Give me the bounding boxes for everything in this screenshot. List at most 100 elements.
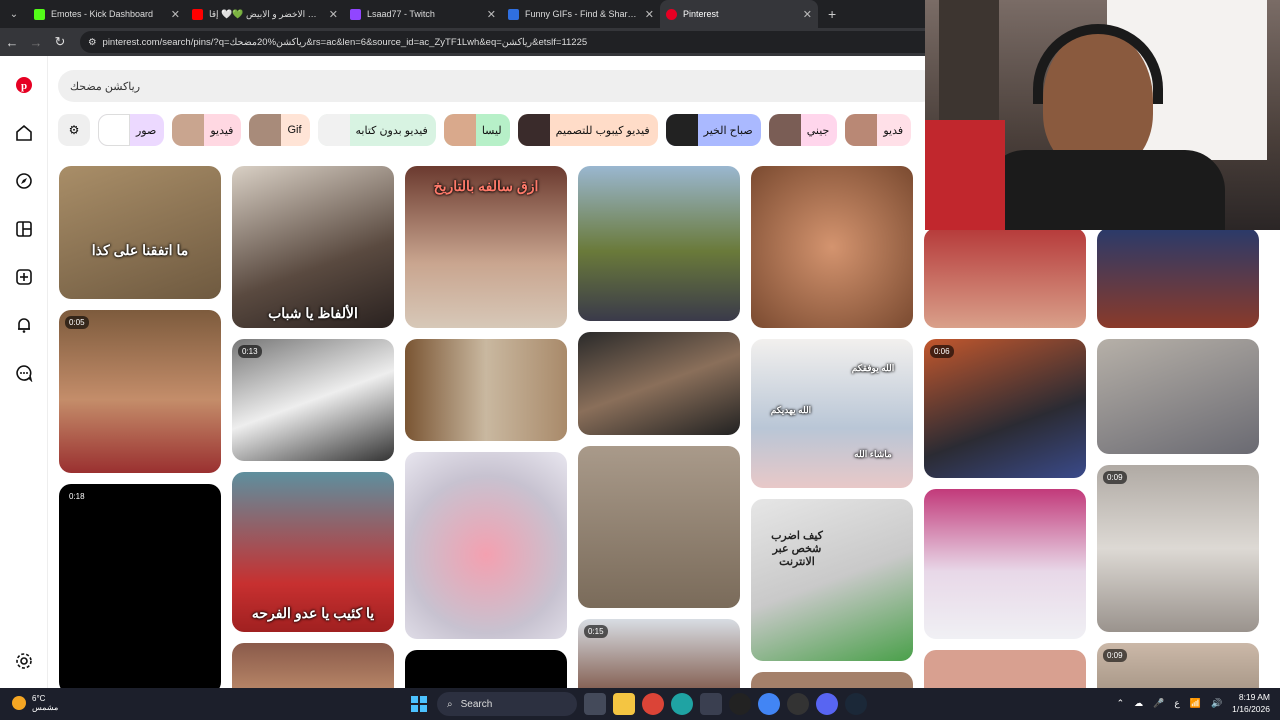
pin-history-story[interactable]: ازق سالفه بالتاريخ xyxy=(405,166,567,328)
pin-black-video[interactable]: 0:18 xyxy=(59,484,221,688)
pin-man-dark[interactable] xyxy=(578,332,740,435)
system-tray: ⌃ ☁ 🎤 ع 📶 🔊 8:19 AM 1/16/2026 xyxy=(1117,691,1270,715)
chip-thumbnail xyxy=(249,114,282,146)
filter-icon[interactable]: ⚙ xyxy=(58,114,90,146)
chrome-icon[interactable] xyxy=(642,693,664,715)
twitch-icon xyxy=(350,8,361,20)
chip-label: فيديو xyxy=(210,124,234,137)
tab-twitch[interactable]: Lsaad77 - Twitch ✕ xyxy=(344,0,502,28)
pin-man-outdoors[interactable] xyxy=(578,166,740,321)
pin-caption: ماشاء الله xyxy=(854,449,892,459)
messages-icon[interactable] xyxy=(15,364,33,382)
close-icon[interactable]: ✕ xyxy=(171,8,180,21)
chip-label: فيديو كيبوب للتصميم xyxy=(555,124,650,137)
chip-video-2[interactable]: فديو xyxy=(845,114,912,146)
chip-thumbnail xyxy=(517,114,550,146)
taskbar-search[interactable]: ⌕ Search xyxy=(437,692,577,716)
pin-bottom-7[interactable]: 0:09 xyxy=(1097,643,1259,688)
create-icon[interactable] xyxy=(15,268,33,286)
svg-text:p: p xyxy=(21,80,27,92)
pin-honey-badger[interactable]: ما اتفقنا على كذا xyxy=(59,166,221,299)
pin-bw-man[interactable]: 0:13 xyxy=(232,339,394,461)
store-icon[interactable] xyxy=(700,693,722,715)
pin-blurry-dance[interactable]: 0:09 xyxy=(1097,465,1259,632)
pin-gun-scene[interactable] xyxy=(405,339,567,441)
pin-heater[interactable] xyxy=(1097,228,1259,328)
pin-caption: ما اتفقنا على كذا xyxy=(91,242,189,258)
pin-kid-collage[interactable]: الله يهديكم الله يوفقكم ماشاء الله xyxy=(751,339,913,488)
pin-red-sweater[interactable]: يا كئيب يا عدو الفرحه xyxy=(232,472,394,632)
pin-bottom-6[interactable] xyxy=(924,650,1086,688)
forward-icon[interactable]: → xyxy=(24,35,48,50)
discord-icon[interactable] xyxy=(816,693,838,715)
windows-start-icon[interactable] xyxy=(408,693,430,715)
close-icon[interactable]: ✕ xyxy=(329,8,338,21)
pin-pink-cat[interactable] xyxy=(405,452,567,639)
chip-photos[interactable]: صور xyxy=(98,114,165,146)
close-icon[interactable]: ✕ xyxy=(803,8,812,21)
pin-kids-carpet[interactable] xyxy=(232,643,394,688)
boards-icon[interactable] xyxy=(15,220,33,238)
explore-icon[interactable] xyxy=(15,172,33,190)
video-duration-badge: 0:05 xyxy=(65,316,89,329)
new-tab-button[interactable]: + xyxy=(828,6,836,22)
chip-video-no-text[interactable]: فيديو بدون كتابه xyxy=(317,114,436,146)
video-duration-badge: 0:13 xyxy=(238,345,262,358)
pin-caption: الله يوفقكم xyxy=(851,363,895,373)
chip-jennie[interactable]: جيني xyxy=(768,114,838,146)
chip-gif[interactable]: Gif xyxy=(249,114,310,146)
tab-giphy[interactable]: Funny GIFs - Find & Share on G… ✕ xyxy=(502,0,660,28)
weather-widget[interactable]: 6°C مشمس xyxy=(12,694,58,712)
back-icon[interactable]: ← xyxy=(0,35,24,50)
search-input[interactable]: رياكشن مضحك xyxy=(58,70,938,102)
pin-boy-closeup[interactable]: 0:15 xyxy=(578,619,740,688)
pin-smile-closeup[interactable] xyxy=(751,166,913,328)
pin-kid-smile[interactable]: 0:05 xyxy=(59,310,221,473)
edge-icon[interactable] xyxy=(671,693,693,715)
close-icon[interactable]: ✕ xyxy=(645,8,654,21)
chip-video[interactable]: فيديو xyxy=(172,114,242,146)
chip-thumbnail xyxy=(317,114,350,146)
file-explorer-icon[interactable] xyxy=(613,693,635,715)
chip-label: صور xyxy=(136,124,157,137)
language-indicator[interactable]: ع xyxy=(1174,698,1179,709)
pin-laptops[interactable] xyxy=(1097,339,1259,454)
pin-laughing[interactable] xyxy=(924,228,1086,328)
pinterest-logo-icon[interactable]: p xyxy=(15,76,33,94)
obs-icon[interactable] xyxy=(729,693,751,715)
chrome-profile-icon[interactable] xyxy=(758,693,780,715)
close-icon[interactable]: ✕ xyxy=(487,8,496,21)
steam-icon[interactable] xyxy=(845,693,867,715)
chip-kpop-video[interactable]: فيديو كيبوب للتصميم xyxy=(517,114,658,146)
chevron-up-icon[interactable]: ⌃ xyxy=(1117,698,1125,709)
tab-kick[interactable]: Emotes - Kick Dashboard ✕ xyxy=(28,0,186,28)
chip-lisa[interactable]: ليسا xyxy=(443,114,510,146)
microphone-icon[interactable]: 🎤 xyxy=(1153,698,1164,709)
tab-youtube[interactable]: رفرف الاخضر و الابيض 💚🤍 إقا… ✕ xyxy=(186,0,344,28)
reload-icon[interactable]: ↻ xyxy=(48,34,72,50)
wifi-icon[interactable]: 📶 xyxy=(1190,698,1201,709)
pin-dark-bottom[interactable] xyxy=(405,650,567,688)
pin-headphones[interactable]: 0:06 xyxy=(924,339,1086,478)
chip-label: ليسا xyxy=(481,124,502,137)
clock[interactable]: 8:19 AM 1/16/2026 xyxy=(1232,691,1270,715)
pin-kermit[interactable]: كيف اضرب شخص عبر الانترنت xyxy=(751,499,913,661)
pin-phone-chat[interactable] xyxy=(924,489,1086,639)
chip-good-morning[interactable]: صباح الخير xyxy=(665,114,761,146)
windows-taskbar: 6°C مشمس ⌕ Search ⌃ ☁ 🎤 ع 📶 🔊 8:19 AM 1/… xyxy=(0,688,1280,720)
pin-sheikh[interactable]: الألفاظ يا شباب xyxy=(232,166,394,328)
settings-icon[interactable] xyxy=(15,652,33,670)
volume-icon[interactable]: 🔊 xyxy=(1211,698,1222,709)
chip-thumbnail xyxy=(845,114,878,146)
github-icon[interactable] xyxy=(787,693,809,715)
tab-pinterest[interactable]: Pinterest ✕ xyxy=(660,0,818,28)
cloud-icon[interactable]: ☁ xyxy=(1134,698,1143,709)
home-icon[interactable] xyxy=(15,124,33,142)
task-view-icon[interactable] xyxy=(584,693,606,715)
pin-caption: يا كئيب يا عدو الفرحه xyxy=(251,605,375,621)
notifications-icon[interactable] xyxy=(15,316,33,334)
pin-bottom-5[interactable] xyxy=(751,672,913,688)
pin-praying[interactable] xyxy=(578,446,740,608)
site-info-icon[interactable]: ⚙ xyxy=(88,37,97,48)
tab-search-button[interactable]: ⌄ xyxy=(0,0,28,28)
